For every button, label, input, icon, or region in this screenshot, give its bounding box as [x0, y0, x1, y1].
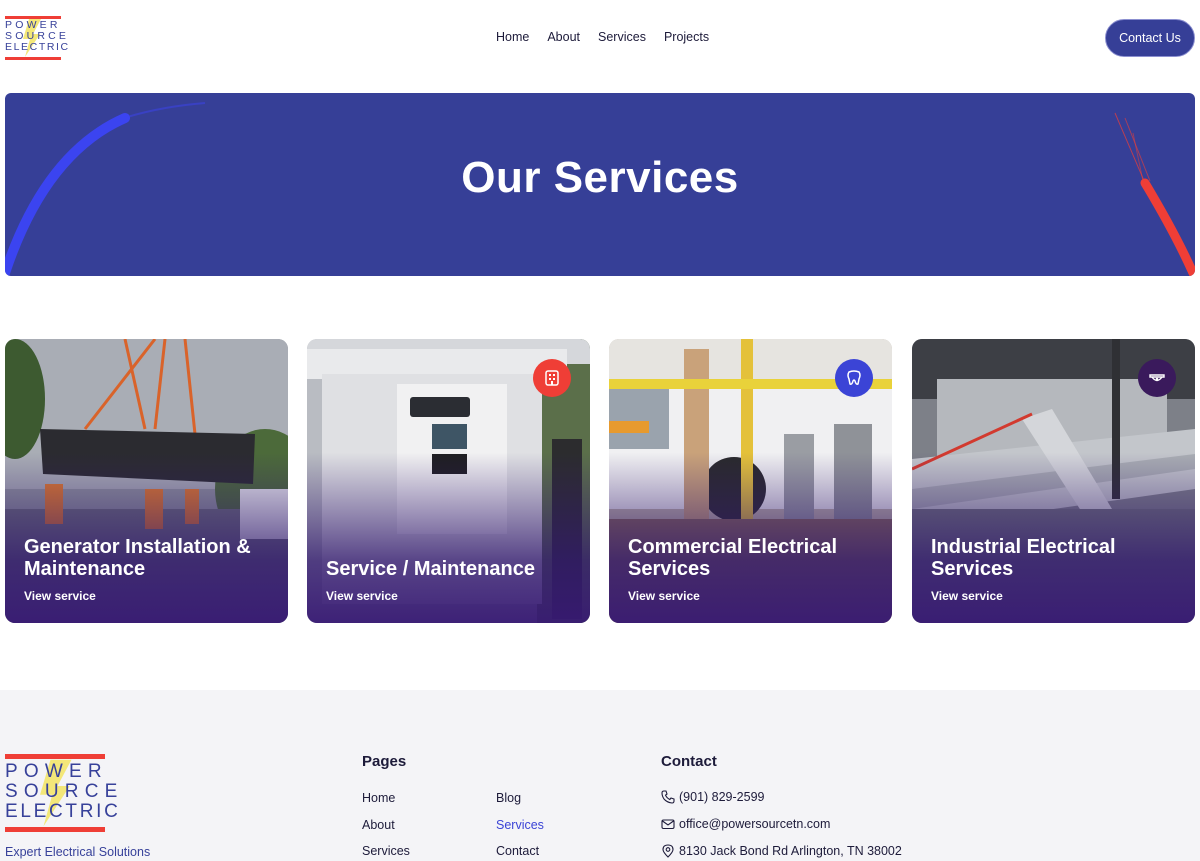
logo[interactable]: POWER SOURCE ELECTRIC [5, 16, 70, 60]
contact-phone[interactable]: (901) 829-2599 [661, 790, 764, 804]
building-icon [545, 370, 559, 386]
service-title: Industrial Electrical Services [931, 536, 1116, 580]
service-title: Generator Installation & Maintenance [24, 536, 251, 580]
mail-icon [661, 819, 675, 830]
dome-light-icon [1149, 374, 1165, 382]
street-address: 8130 Jack Bond Rd Arlington, TN 38002 [679, 844, 902, 858]
phone-icon [661, 790, 675, 804]
contact-heading: Contact [661, 753, 717, 770]
service-title: Service / Maintenance [326, 558, 535, 580]
logo-text-line: POWER [5, 761, 108, 782]
view-service-link[interactable]: View service [326, 589, 398, 603]
hero-banner: Our Services [5, 93, 1195, 276]
footer-link-blog[interactable]: Blog [496, 791, 521, 805]
nav-item-projects[interactable]: Projects [664, 30, 709, 44]
logo-bar-bottom [5, 57, 61, 60]
tooth-icon [847, 370, 861, 385]
tooth-icon-badge [835, 359, 873, 397]
nav-item-home[interactable]: Home [496, 30, 529, 44]
site-header: POWER SOURCE ELECTRIC Home About Service… [0, 0, 1200, 78]
logo-text-line: ELECTRIC [5, 801, 121, 822]
building-icon-badge [533, 359, 571, 397]
footer-link-contact[interactable]: Contact [496, 844, 539, 858]
service-card[interactable]: Commercial Electrical Services View serv… [609, 339, 892, 623]
location-pin-icon [662, 844, 674, 858]
footer-logo[interactable]: POWER SOURCE ELECTRIC [5, 754, 118, 832]
view-service-link[interactable]: View service [628, 589, 700, 603]
contact-us-button[interactable]: Contact Us [1105, 19, 1195, 57]
view-service-link[interactable]: View service [24, 589, 96, 603]
view-service-link[interactable]: View service [931, 589, 1003, 603]
email-address: office@powersourcetn.com [679, 817, 831, 831]
pages-heading: Pages [362, 753, 407, 770]
nav-item-about[interactable]: About [547, 30, 580, 44]
service-title: Commercial Electrical Services [628, 536, 837, 580]
footer-link-about[interactable]: About [362, 818, 395, 832]
logo-bar-bottom [5, 827, 105, 832]
site-footer: POWER SOURCE ELECTRIC Expert Electrical … [0, 690, 1200, 861]
card-overlay [5, 339, 288, 623]
nav-item-services[interactable]: Services [598, 30, 646, 44]
footer-link-services-active[interactable]: Services [496, 818, 544, 832]
dome-light-icon-badge [1138, 359, 1176, 397]
phone-number: (901) 829-2599 [679, 790, 765, 804]
logo-text-line: SOURCE [5, 781, 124, 802]
service-card[interactable]: Industrial Electrical Services View serv… [912, 339, 1195, 623]
page-title: Our Services [461, 153, 739, 202]
contact-address[interactable]: 8130 Jack Bond Rd Arlington, TN 38002 [661, 844, 902, 858]
service-card[interactable]: Generator Installation & Maintenance Vie… [5, 339, 288, 623]
footer-link-services[interactable]: Services [362, 844, 410, 858]
footer-link-home[interactable]: Home [362, 791, 395, 805]
footer-tagline: Expert Electrical Solutions [5, 845, 151, 859]
contact-email[interactable]: office@powersourcetn.com [661, 817, 830, 831]
service-card[interactable]: Service / Maintenance View service [307, 339, 590, 623]
services-grid: Generator Installation & Maintenance Vie… [5, 339, 1195, 623]
logo-text-line: ELECTRIC [5, 41, 70, 53]
main-nav: Home About Services Projects [496, 30, 727, 44]
